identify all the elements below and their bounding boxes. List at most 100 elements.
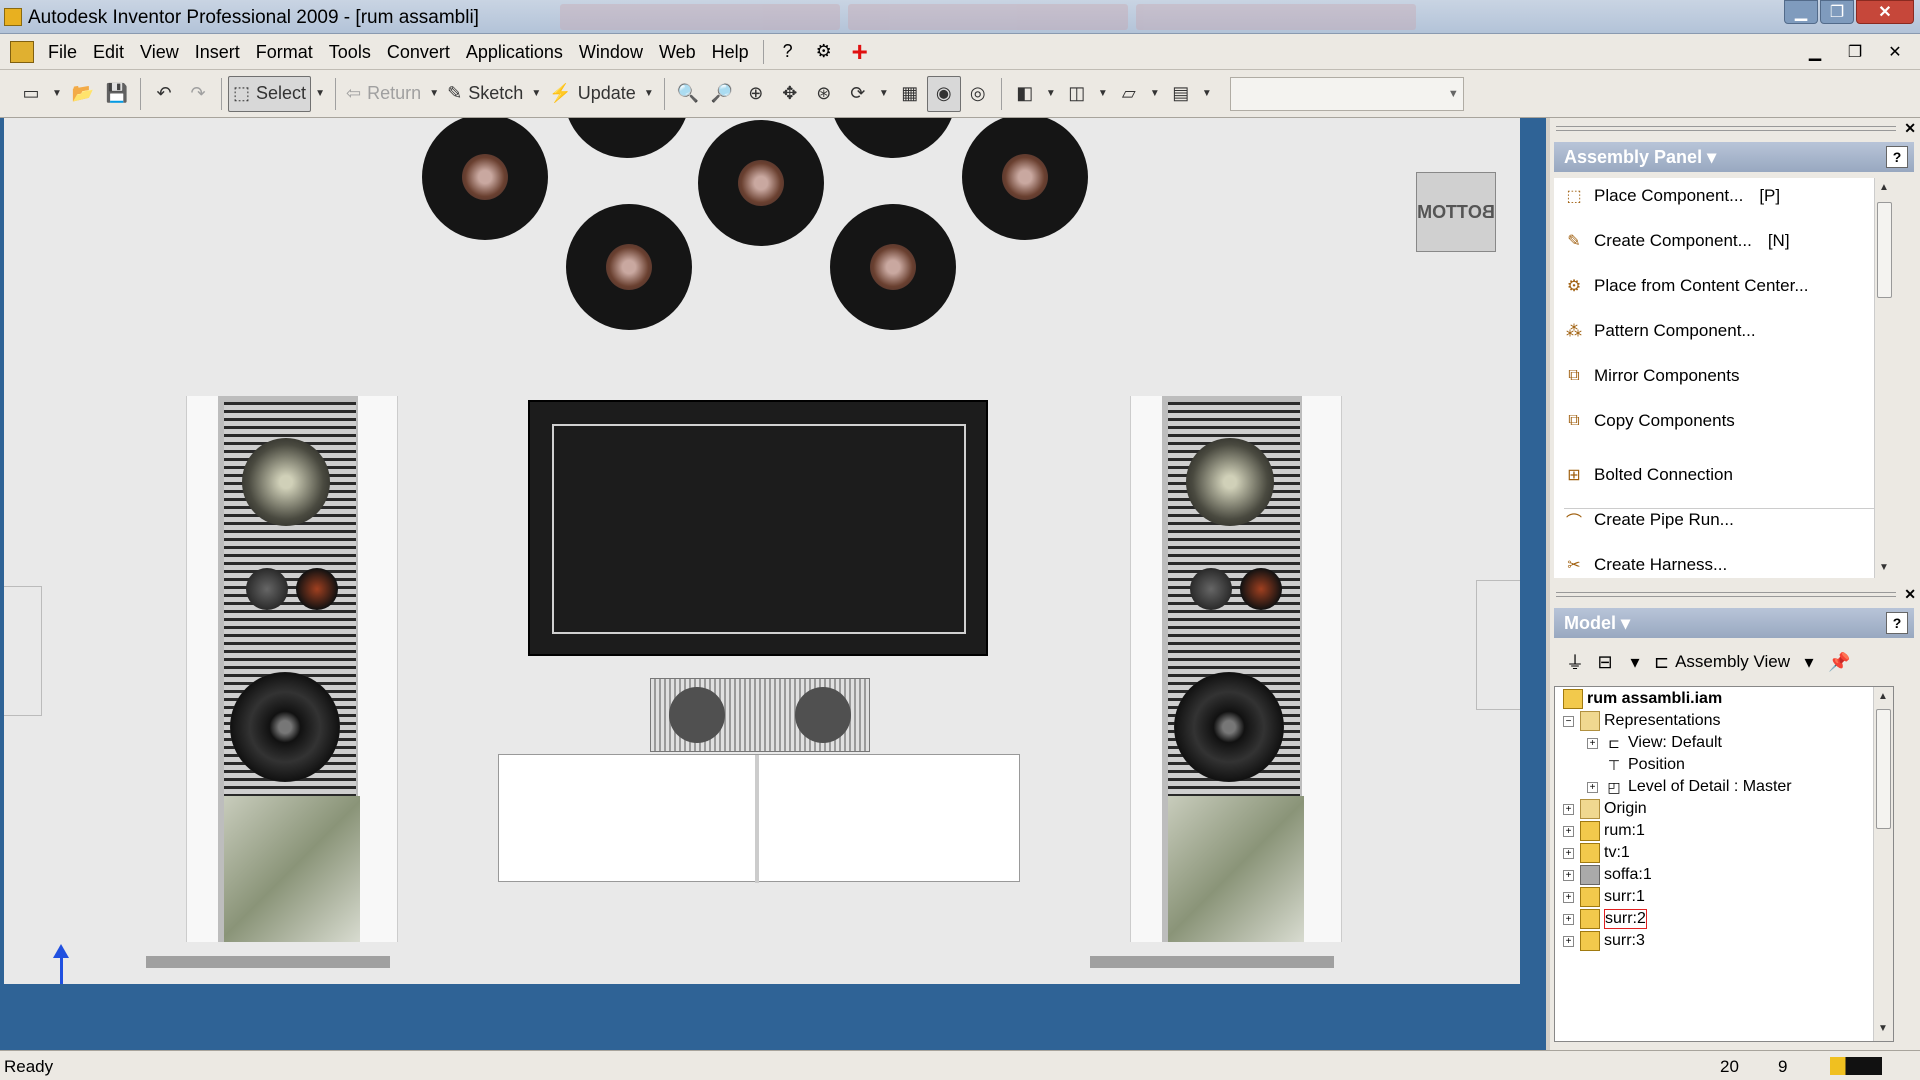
tree-node-representations[interactable]: − Representations xyxy=(1563,710,1721,732)
update-button[interactable]: ⚡ Update xyxy=(545,76,639,112)
close-button[interactable]: ✕ xyxy=(1856,0,1914,24)
select-button[interactable]: ⬚ Select xyxy=(228,75,312,112)
center-speaker-model[interactable] xyxy=(650,678,870,752)
sketch-button[interactable]: ✎ Sketch xyxy=(443,76,527,112)
collapse-toggle[interactable]: − xyxy=(1563,715,1574,727)
create-pipe-run-command[interactable]: ⌒ Create Pipe Run... xyxy=(1554,502,1734,538)
document-icon[interactable] xyxy=(10,40,34,63)
menu-file[interactable]: File xyxy=(40,37,85,67)
help-icon[interactable]: ? xyxy=(1886,612,1908,634)
tv-model[interactable] xyxy=(528,400,988,656)
create-component-command[interactable]: ✎ Create Component... [N] xyxy=(1554,223,1789,259)
view-cube[interactable]: BOTTOM xyxy=(1416,172,1496,252)
section-dropdown-arrow[interactable]: ▼ xyxy=(1146,76,1164,112)
assembly-panel-scrollbar[interactable]: ▲ ▼ xyxy=(1874,178,1894,578)
expand-toggle[interactable]: + xyxy=(1587,781,1598,793)
panel-close-icon[interactable]: ✕ xyxy=(1904,120,1916,137)
menu-edit[interactable]: Edit xyxy=(85,37,132,67)
scroll-thumb[interactable] xyxy=(1876,709,1891,829)
expand-toggle[interactable]: + xyxy=(1563,825,1574,837)
tree-node-surr-2[interactable]: + surr:2 xyxy=(1563,908,1647,930)
save-icon[interactable]: 💾 xyxy=(100,76,134,112)
bolted-connection-command[interactable]: ⊞ Bolted Connection xyxy=(1554,457,1733,493)
zoom-icon[interactable]: ⊕ xyxy=(739,76,773,112)
return-dropdown-arrow[interactable]: ▼ xyxy=(425,76,443,112)
scroll-down-arrow[interactable]: ▼ xyxy=(1879,562,1889,573)
minimize-button[interactable]: ▁ xyxy=(1784,0,1818,24)
ceiling-speaker[interactable] xyxy=(422,118,548,240)
doc-minimize-button[interactable]: ▁ xyxy=(1798,38,1832,66)
menu-format[interactable]: Format xyxy=(248,37,321,67)
copy-components-command[interactable]: ⧉ Copy Components xyxy=(1554,403,1735,439)
open-folder-icon[interactable]: 📂 xyxy=(66,76,100,112)
expand-tree-icon[interactable]: ⊟ xyxy=(1590,646,1620,678)
scroll-up-arrow[interactable]: ▲ xyxy=(1878,691,1888,702)
place-from-content-center-command[interactable]: ⚙ Place from Content Center... xyxy=(1554,268,1809,304)
new-file-icon[interactable]: ▭ xyxy=(14,76,48,112)
redo-icon[interactable]: ↷ xyxy=(181,76,215,112)
scroll-down-arrow[interactable]: ▼ xyxy=(1878,1023,1888,1034)
undo-icon[interactable]: ↶ xyxy=(147,76,181,112)
doc-restore-button[interactable]: ❐ xyxy=(1838,38,1872,66)
ceiling-speaker[interactable] xyxy=(830,204,956,330)
expand-toggle[interactable]: + xyxy=(1563,869,1574,881)
model-panel-header[interactable]: Model ▾ ? xyxy=(1554,608,1914,638)
orbit-dropdown-arrow[interactable]: ▼ xyxy=(875,76,893,112)
scroll-thumb[interactable] xyxy=(1877,202,1892,298)
tree-node-surr-1[interactable]: + surr:1 xyxy=(1563,886,1645,908)
filter-icon[interactable]: ⏚ xyxy=(1560,646,1590,678)
expand-toggle[interactable]: + xyxy=(1563,935,1574,947)
zoom-window-icon[interactable]: 🔎 xyxy=(705,76,739,112)
mirror-components-command[interactable]: ⧉ Mirror Components xyxy=(1554,358,1739,394)
ceiling-speaker[interactable] xyxy=(564,118,690,158)
zoom-selected-icon[interactable]: ⊛ xyxy=(807,76,841,112)
doc-close-button[interactable]: ✕ xyxy=(1878,38,1912,66)
ceiling-speaker[interactable] xyxy=(962,118,1088,240)
zoom-all-icon[interactable]: 🔍 xyxy=(671,76,705,112)
help-icon[interactable]: ? xyxy=(1886,146,1908,168)
tree-node-soffa[interactable]: + soffa:1 xyxy=(1563,864,1652,886)
design-assistant-icon[interactable]: ⚙ xyxy=(810,38,838,66)
sketch-dropdown-arrow[interactable]: ▼ xyxy=(527,76,545,112)
tree-node-level-of-detail[interactable]: + ◰ Level of Detail : Master xyxy=(1587,776,1792,798)
menu-convert[interactable]: Convert xyxy=(379,37,458,67)
inventor-app-icon[interactable] xyxy=(4,8,22,26)
restore-button[interactable]: ❐ xyxy=(1820,0,1854,24)
expand-toggle[interactable]: + xyxy=(1563,891,1574,903)
create-harness-command[interactable]: ✂ Create Harness... xyxy=(1554,547,1727,583)
menu-help[interactable]: Help xyxy=(704,37,757,67)
new-dropdown-arrow[interactable]: ▼ xyxy=(48,76,66,112)
expand-toggle[interactable]: + xyxy=(1563,913,1574,925)
shadow-dropdown-arrow[interactable]: ▼ xyxy=(1042,76,1060,112)
tree-node-tv[interactable]: + tv:1 xyxy=(1563,842,1630,864)
scroll-up-arrow[interactable]: ▲ xyxy=(1879,182,1889,193)
ceiling-speaker[interactable] xyxy=(698,120,824,246)
tree-node-position[interactable]: ⊤ Position xyxy=(1604,754,1685,776)
add-red-cross-icon[interactable]: + xyxy=(846,36,874,67)
ceiling-speaker[interactable] xyxy=(566,204,692,330)
expand-toggle[interactable]: + xyxy=(1563,803,1574,815)
menu-tools[interactable]: Tools xyxy=(321,37,379,67)
pan-icon[interactable]: ✥ xyxy=(773,76,807,112)
menu-view[interactable]: View xyxy=(132,37,187,67)
right-tower-speaker[interactable] xyxy=(1090,396,1342,968)
select-dropdown-arrow[interactable]: ▼ xyxy=(311,76,329,112)
panel-grip[interactable] xyxy=(1556,126,1896,131)
camera-projection-icon[interactable]: ◫ xyxy=(1060,76,1094,112)
tree-node-surr-3[interactable]: + surr:3 xyxy=(1563,930,1645,952)
chevron-down-icon[interactable]: ▾ xyxy=(1620,646,1650,678)
menu-web[interactable]: Web xyxy=(651,37,704,67)
orbit-icon[interactable]: ⟳ xyxy=(841,76,875,112)
tree-node-origin[interactable]: + Origin xyxy=(1563,798,1647,820)
realistic-display-icon[interactable]: ◎ xyxy=(961,76,995,112)
menu-insert[interactable]: Insert xyxy=(187,37,248,67)
graphics-viewport[interactable]: BOTTOM xyxy=(0,118,1546,1050)
pattern-component-command[interactable]: ⁂ Pattern Component... xyxy=(1554,313,1756,349)
ceiling-speaker[interactable] xyxy=(830,118,956,158)
whats-this-help-icon[interactable]: ? xyxy=(774,38,802,66)
model-canvas[interactable]: BOTTOM xyxy=(4,118,1520,984)
assembly-view-selector[interactable]: ⊏ Assembly View xyxy=(1650,646,1794,678)
shadow-cube-icon[interactable]: ◧ xyxy=(1008,76,1042,112)
projection-dropdown-arrow[interactable]: ▼ xyxy=(1094,76,1112,112)
tree-node-rum[interactable]: + rum:1 xyxy=(1563,820,1645,842)
